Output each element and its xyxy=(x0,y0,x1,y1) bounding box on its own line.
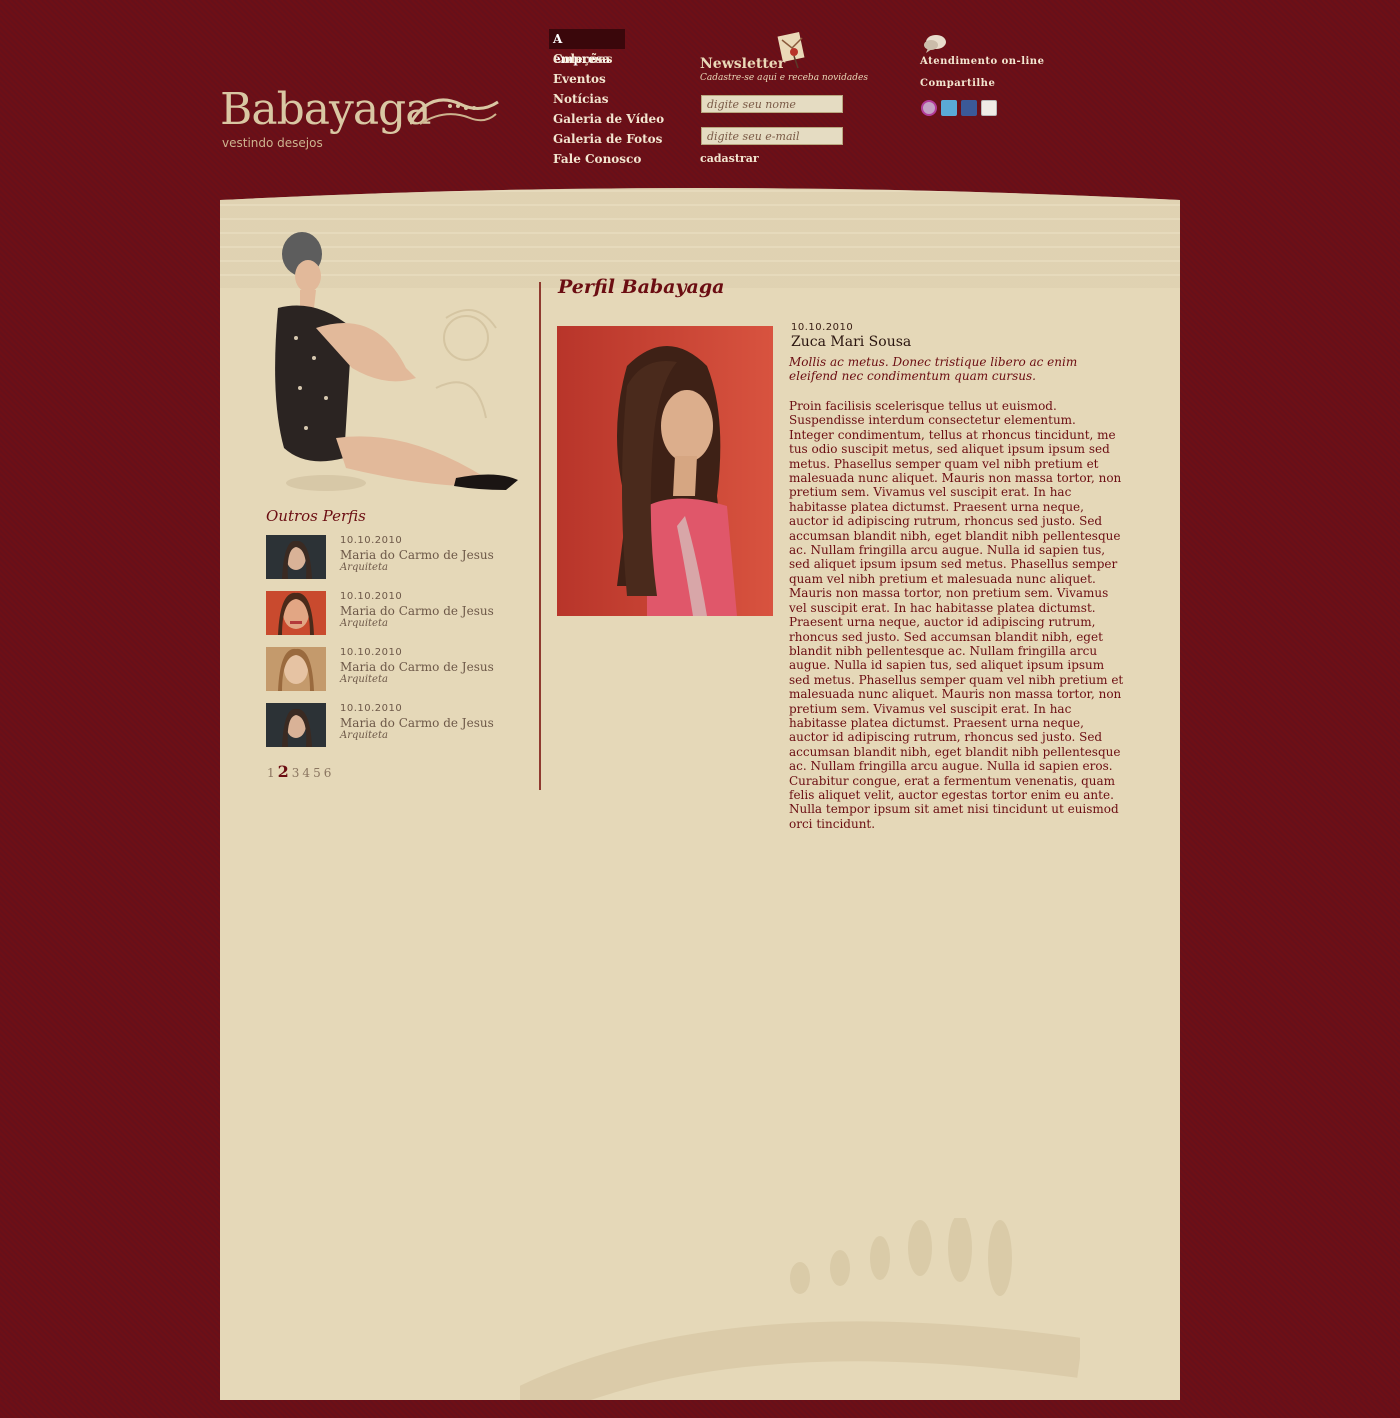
logo-wordmark: Babayaga xyxy=(220,84,431,135)
newsletter-email-input[interactable] xyxy=(701,127,843,145)
pinup-figure-illustration xyxy=(275,232,518,491)
nav-item-eventos[interactable]: Eventos xyxy=(549,69,679,89)
profile-profession: Arquiteta xyxy=(340,674,388,685)
newsletter-name-input[interactable] xyxy=(701,95,843,113)
profile-thumbnail xyxy=(266,591,326,635)
profile-thumbnail xyxy=(266,703,326,747)
logo-swirl-ornament xyxy=(410,98,499,125)
profile-name: Maria do Carmo de Jesus xyxy=(340,604,494,618)
page-link-4[interactable]: 4 xyxy=(302,766,310,780)
profile-name: Maria do Carmo de Jesus xyxy=(340,716,494,730)
profile-date: 10.10.2010 xyxy=(340,535,403,546)
chat-bubble-icon[interactable] xyxy=(922,34,948,54)
page-link-5[interactable]: 5 xyxy=(313,766,321,780)
profile-name: Maria do Carmo de Jesus xyxy=(340,660,494,674)
profile-list-item[interactable]: 10.10.2010 Maria do Carmo de Jesus Arqui… xyxy=(266,703,526,759)
facebook-icon[interactable] xyxy=(961,100,977,116)
page-link-2-current[interactable]: 2 xyxy=(278,762,289,781)
profile-list-item[interactable]: 10.10.2010 Maria do Carmo de Jesus Arqui… xyxy=(266,535,526,591)
profile-date: 10.10.2010 xyxy=(340,703,403,714)
page-link-1[interactable]: 1 xyxy=(267,766,275,780)
profile-name: Zuca Mari Sousa xyxy=(791,334,912,350)
logo-tagline: vestindo desejos xyxy=(222,136,323,150)
profile-summary: Mollis ac metus. Donec tristique libero … xyxy=(789,355,1078,383)
nav-item-a-empresa[interactable]: A empresa xyxy=(549,29,625,66)
profile-profession: Arquiteta xyxy=(340,730,388,741)
main-nav: A empresa Coleções Eventos Notícias Gale… xyxy=(549,29,679,169)
page-link-6[interactable]: 6 xyxy=(324,766,332,780)
profile-body-text: Proin facilisis scelerisque tellus ut eu… xyxy=(789,399,1124,831)
nav-item-fale-conosco[interactable]: Fale Conosco xyxy=(549,149,679,169)
pagination: 1 2 3 4 5 6 xyxy=(267,762,331,781)
nav-item-colecoes[interactable]: Coleções xyxy=(549,49,679,69)
page-title: Perfil Babayaga xyxy=(558,276,725,298)
other-profiles-title: Outros Perfis xyxy=(266,507,366,525)
orkut-icon[interactable] xyxy=(921,100,937,116)
email-icon[interactable] xyxy=(981,100,997,116)
profile-list-item[interactable]: 10.10.2010 Maria do Carmo de Jesus Arqui… xyxy=(266,647,526,703)
newsletter-submit-button[interactable]: cadastrar xyxy=(700,152,759,165)
profile-photo xyxy=(557,326,773,616)
newsletter-subtitle: Cadastre-se aqui e receba novidades xyxy=(700,73,868,83)
nav-item-noticias[interactable]: Notícias xyxy=(549,89,679,109)
column-divider xyxy=(539,282,541,790)
page-link-3[interactable]: 3 xyxy=(292,766,300,780)
profile-date: 10.10.2010 xyxy=(340,591,403,602)
share-label: Compartilhe xyxy=(920,78,996,89)
profile-date: 10.10.2010 xyxy=(791,322,854,333)
profile-date: 10.10.2010 xyxy=(340,647,403,658)
profile-profession: Arquiteta xyxy=(340,562,388,573)
profile-name: Maria do Carmo de Jesus xyxy=(340,548,494,562)
nav-item-galeria-fotos[interactable]: Galeria de Fotos xyxy=(549,129,679,149)
profile-thumbnail xyxy=(266,647,326,691)
online-support-link[interactable]: Atendimento on-line xyxy=(920,56,1044,67)
site-logo[interactable]: Babayaga vestindo desejos xyxy=(218,84,508,158)
background-swirl-ornament xyxy=(520,1218,1080,1418)
twitter-icon[interactable] xyxy=(941,100,957,116)
other-profiles-list: 10.10.2010 Maria do Carmo de Jesus Arqui… xyxy=(266,535,526,759)
profile-thumbnail xyxy=(266,535,326,579)
share-icons xyxy=(921,100,997,116)
profile-list-item[interactable]: 10.10.2010 Maria do Carmo de Jesus Arqui… xyxy=(266,591,526,647)
profile-profession: Arquiteta xyxy=(340,618,388,629)
nav-item-galeria-video[interactable]: Galeria de Vídeo xyxy=(549,109,679,129)
newsletter-form: Newsletter Cadastre-se aqui e receba nov… xyxy=(700,30,900,170)
newsletter-title: Newsletter xyxy=(700,56,786,72)
